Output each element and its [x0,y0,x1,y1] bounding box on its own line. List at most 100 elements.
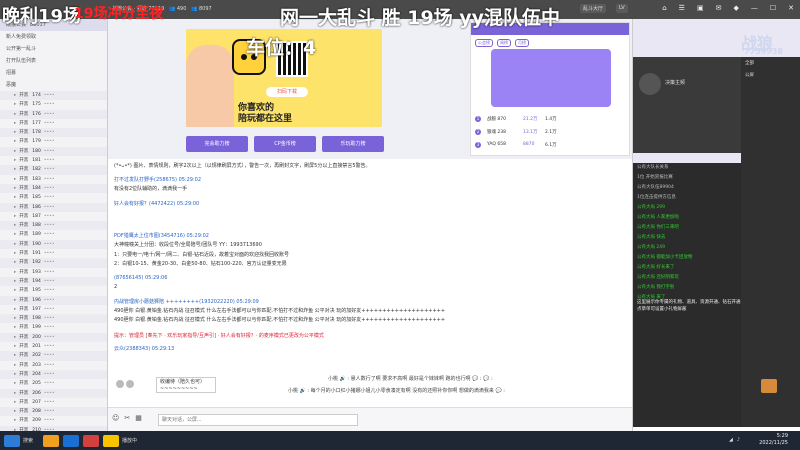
channel-item[interactable]: 恶魔 [0,79,107,91]
app-icon[interactable] [83,434,100,447]
image-icon[interactable]: ▦ [135,414,142,422]
subchannel-row[interactable]: ▸ 开黑 206 •••• [0,388,107,398]
subchannel-row[interactable]: ▸ 开黑 198 •••• [0,314,107,324]
taskbar-app-label[interactable]: 播放中 [122,437,137,444]
lock-icon: ▸ [14,316,17,322]
chat-message: (*•ᴗ•*) 图片、表情规则，刷字2次以上（以规律刷屏方式），警告一次，再刷封… [114,163,371,169]
windows-start-icon[interactable] [4,434,20,447]
subchannel-row[interactable]: ▸ 开黑 174 •••• [0,91,107,101]
maximize-icon[interactable]: ☐ [770,4,776,12]
subchannel-row[interactable]: ▸ 开黑 188 •••• [0,221,107,231]
side-tab-public[interactable]: 公屏 [741,69,800,81]
log-line: 公有大局 都能加小卡团放物 [637,255,693,260]
subchannel-row[interactable]: ▸ 开黑 197 •••• [0,305,107,314]
subchannel-row[interactable]: ▸ 开黑 202 •••• [0,351,107,361]
subchannel-row[interactable]: ▸ 开黑 196 •••• [0,295,107,305]
menu-icon[interactable]: ☰ [679,4,685,12]
gift-icon[interactable] [761,379,777,393]
subchannel-row[interactable]: ▸ 开黑 180 •••• [0,146,107,157]
subchannel-row[interactable]: ▸ 开黑 175 •••• [0,100,107,109]
network-icon[interactable]: ◢ [729,437,733,443]
lock-icon: ▸ [14,176,17,182]
close-icon[interactable]: ✕ [788,4,794,12]
subchannel-row[interactable]: ▸ 开黑 208 •••• [0,407,107,417]
rank-button-2[interactable]: CP金币榜 [254,136,316,152]
rank-row[interactable]: 2 狼魂 238 13.1万 2.1万 [475,126,625,137]
chat-message: 云众(2388343) 05:29:13 [114,346,175,352]
lock-icon: ▸ [14,204,17,210]
browser-icon[interactable] [63,434,80,447]
subchannel-row[interactable]: ▸ 开黑 178 •••• [0,128,107,138]
subchannel-row[interactable]: ▸ 开黑 199 •••• [0,323,107,332]
home-icon[interactable]: ⌂ [662,4,666,12]
subchannel-row[interactable]: ▸ 开黑 191 •••• [0,249,107,258]
tab-month[interactable]: 月榜 [515,39,529,47]
subchannel-row[interactable]: ▸ 开黑 177 •••• [0,119,107,128]
lock-icon: ▸ [14,288,17,294]
subchannel-row[interactable]: ▸ 开黑 203 •••• [0,361,107,370]
channel-item[interactable]: 招募 [0,67,107,79]
subchannel-row[interactable]: ▸ 开黑 194 •••• [0,276,107,287]
lock-icon: ▸ [14,139,17,145]
subchannel-row[interactable]: ▸ 开黑 176 •••• [0,109,107,119]
rank-board: 公会榜 周榜 月榜 1 战狼 870 21.2万 1.4万 2 狼魂 238 1… [470,22,630,156]
subchannel-row[interactable]: ▸ 开黑 207 •••• [0,398,107,407]
channel-item[interactable]: 打开队伍列表 [0,55,107,67]
subchannel-row[interactable]: ▸ 开黑 204 •••• [0,369,107,380]
subchannel-row[interactable]: ▸ 开黑 181 •••• [0,156,107,165]
tab-week[interactable]: 周榜 [497,39,511,47]
chat-panel: (*•ᴗ•*) 图片、表情规则，刷字2次以上（以规律刷屏方式），警告一次，再刷封… [108,159,632,431]
subchannel-row[interactable]: ▸ 开黑 192 •••• [0,258,107,268]
gift-notes: 这里展示你专属的礼物、道具、资源开通、钻石开通 点草单可设置小礼物屏蔽 [637,300,741,312]
tab-level[interactable]: LV [616,4,628,13]
rank-button-1[interactable]: 完会助力榜 [186,136,248,152]
subchannel-row[interactable]: ▸ 开黑 183 •••• [0,175,107,184]
subchannel-row[interactable]: ▸ 开黑 200 •••• [0,332,107,343]
minimize-icon[interactable]: — [751,4,758,12]
subchannel-row[interactable]: ▸ 开黑 205 •••• [0,379,107,388]
subchannel-row[interactable]: ▸ 开黑 186 •••• [0,202,107,212]
subchannel-row[interactable]: ▸ 开黑 189 •••• [0,230,107,239]
download-button[interactable]: 扫码下载 [266,87,308,97]
subchannel-row[interactable]: ▸ 开黑 184 •••• [0,183,107,194]
rank-button-3[interactable]: 乐玩助力榜 [322,136,384,152]
lock-icon: ▸ [14,399,17,405]
lock-icon: ▸ [14,353,17,359]
subchannel-row[interactable]: ▸ 开黑 209 •••• [0,416,107,425]
clock[interactable]: 5:29 2022/11/25 [759,433,788,447]
channel-item[interactable]: 公开第一乱斗 [0,43,107,55]
subchannel-row[interactable]: ▸ 开黑 182 •••• [0,165,107,175]
subchannel-row[interactable]: ▸ 开黑 187 •••• [0,212,107,221]
rank-row[interactable]: 1 战狼 870 21.2万 1.4万 [475,113,625,124]
avatar[interactable] [639,73,661,95]
lock-icon: ▸ [14,130,17,136]
promo-slogan: 你喜欢的 陪玩都在这里 [238,103,293,124]
mail-icon[interactable]: ✉ [716,4,722,12]
subchannel-row[interactable]: ▸ 开黑 195 •••• [0,286,107,295]
tab-guild[interactable]: 公会榜 [475,39,493,47]
chat-input[interactable] [158,414,358,426]
lock-icon: ▸ [14,278,17,284]
shirt-icon[interactable]: ◆ [733,4,738,12]
subchannel-row[interactable]: ▸ 开黑 190 •••• [0,239,107,250]
yy-icon[interactable] [103,434,120,447]
subchannel-row[interactable]: ▸ 开黑 179 •••• [0,137,107,146]
lock-icon: ▸ [14,306,17,312]
rank-row[interactable]: 3 YAQ 658 8870 6.1万 [475,139,625,150]
taskbar-search[interactable]: 搜索 [23,437,33,444]
subchannel-row[interactable]: ▸ 开黑 201 •••• [0,342,107,351]
tab-lobby[interactable]: 乱斗大厅 [580,4,607,13]
emoji-icon[interactable]: ☺ [112,414,119,422]
subchannel-row[interactable]: ▸ 开黑 185 •••• [0,193,107,202]
rank-tabs: 公会榜 周榜 月榜 [475,39,529,47]
lock-icon: ▸ [14,111,17,117]
folder-icon[interactable] [43,434,60,447]
channel-item[interactable]: 新人免费领取 [0,31,107,43]
lock-icon: ▸ [14,195,17,201]
subchannel-row[interactable]: ▸ 开黑 193 •••• [0,268,107,277]
side-tab-all[interactable]: 全部 [741,57,800,69]
gamepad-icon[interactable]: ▣ [697,4,704,12]
volume-icon[interactable]: ♪ [737,437,740,443]
scissors-icon[interactable]: ✂ [124,414,130,422]
lock-icon: ▸ [14,344,17,350]
